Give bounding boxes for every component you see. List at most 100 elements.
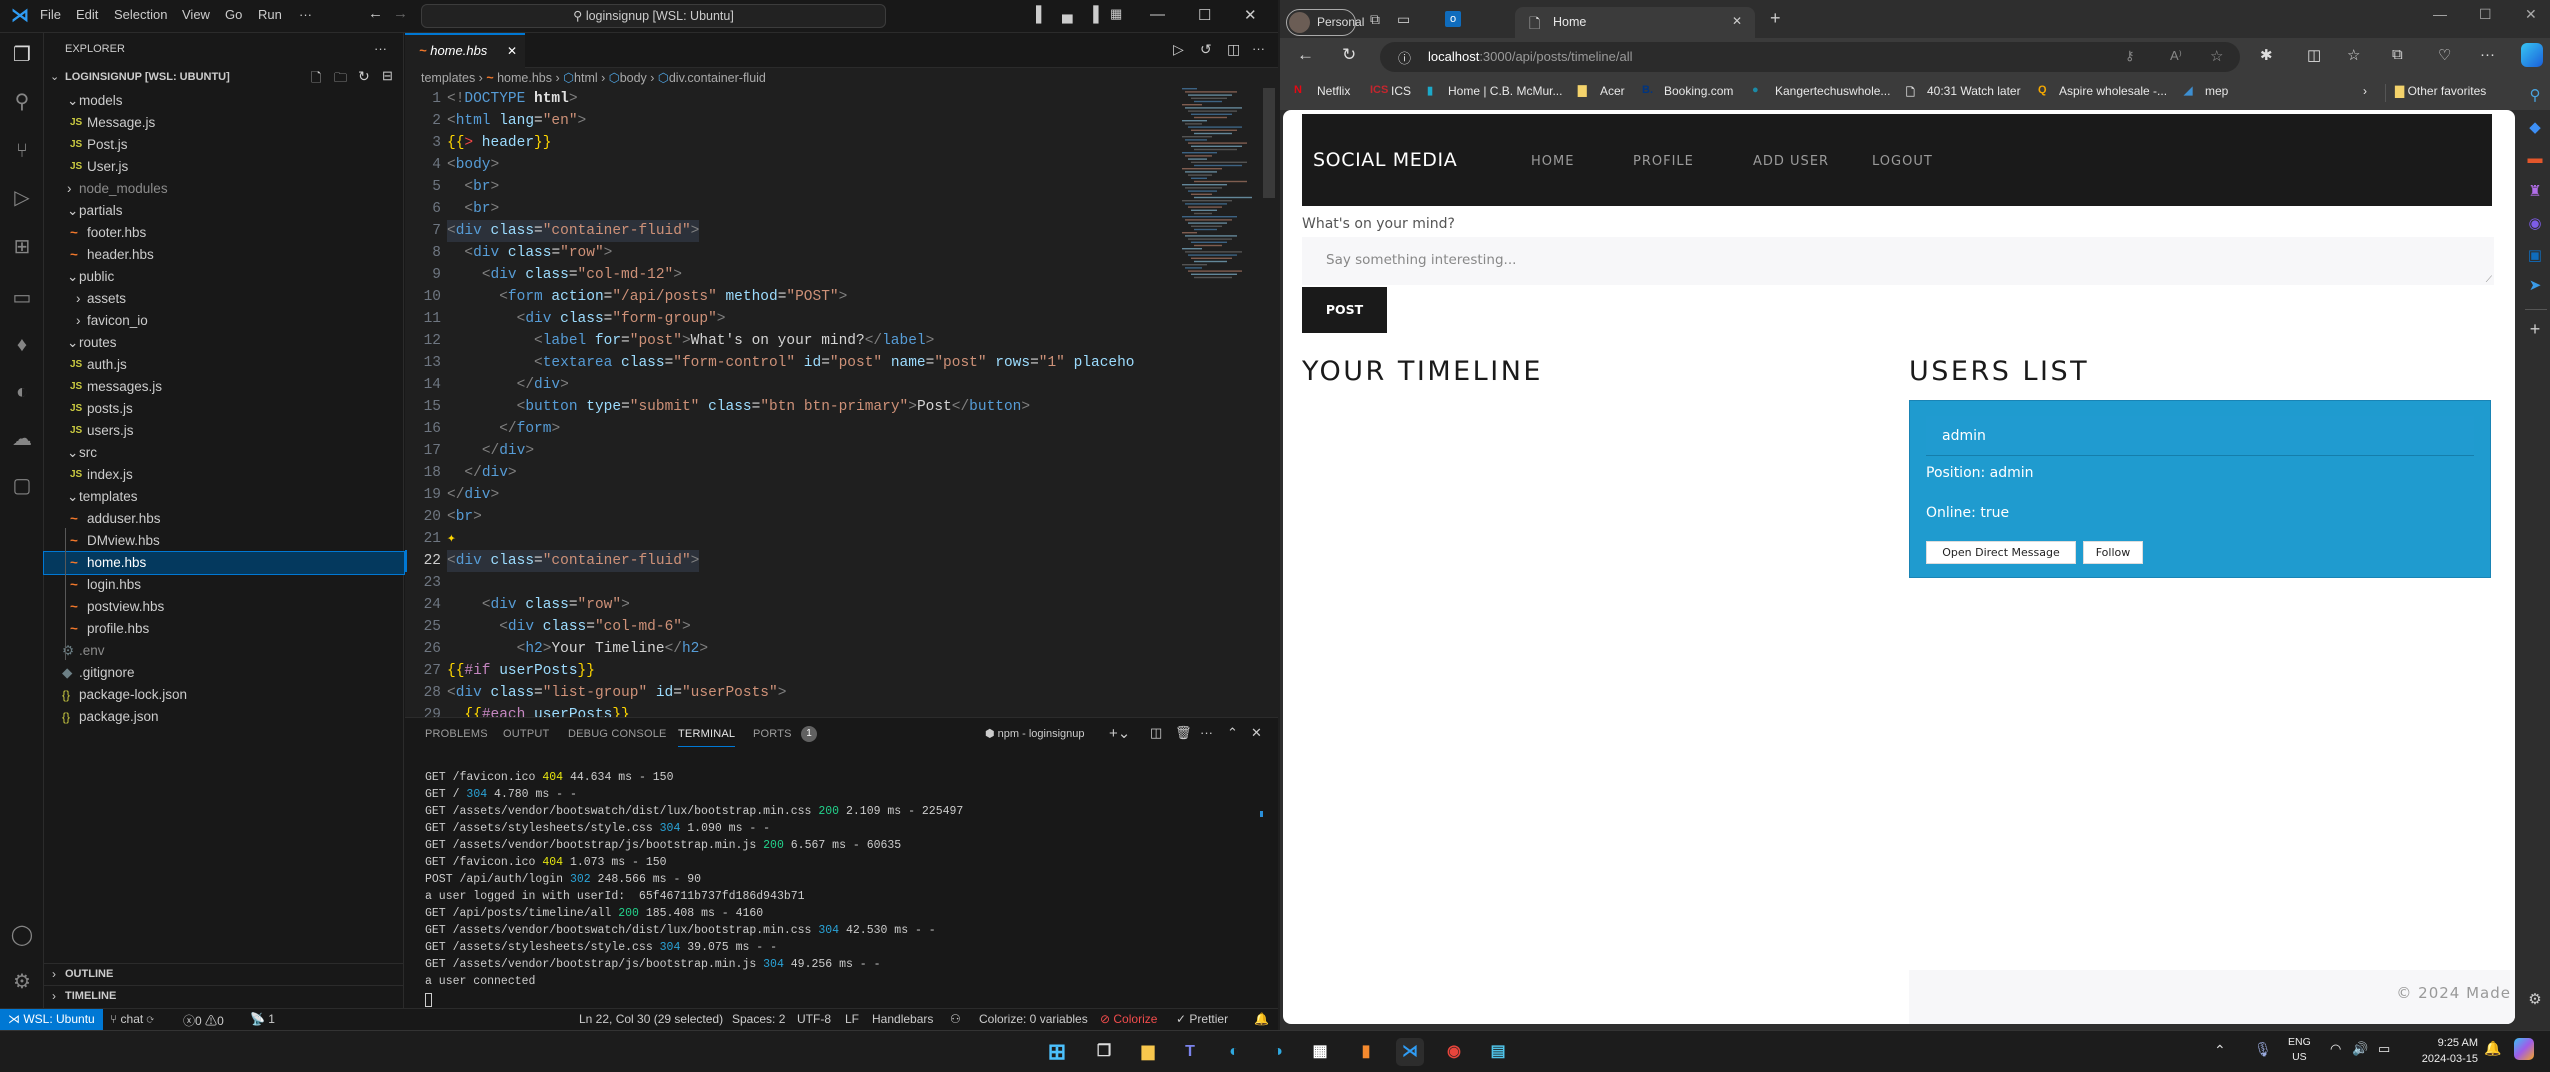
refresh-icon[interactable]: ↻	[358, 68, 370, 85]
colorize-toggle[interactable]: ⊘ Colorize	[1100, 1012, 1157, 1026]
edge-devtools-icon[interactable]: ◐	[10, 380, 34, 404]
post-button[interactable]: POST	[1302, 287, 1387, 333]
tree-item[interactable]: ⌄ models	[44, 90, 404, 112]
microsoft-store-icon[interactable]: ▦	[1306, 1038, 1334, 1066]
site-info-icon[interactable]: ⓘ	[1398, 48, 1411, 67]
start-windows-icon[interactable]: ⊞	[1043, 1038, 1071, 1066]
vscode-taskbar-icon[interactable]: ⋊	[1396, 1038, 1424, 1066]
timeline-section[interactable]: › TIMELINE	[44, 985, 404, 1007]
split-editor-icon[interactable]: ◫	[1227, 41, 1240, 58]
password-key-icon[interactable]: ⚷	[2125, 48, 2135, 64]
code-editor[interactable]: 1 <!DOCTYPE html> 2 <html lang="en"> 3 {{> he…	[405, 88, 1185, 717]
brand-link[interactable]: SOCIAL MEDIA	[1313, 149, 1457, 171]
outlook-pinned-tab-icon[interactable]: o	[1445, 11, 1461, 27]
back-arrow-icon[interactable]: ←	[368, 5, 383, 22]
mongodb-leaf-icon[interactable]: ♦	[10, 333, 34, 357]
tree-item[interactable]: JS messages.js	[44, 376, 404, 398]
terminal-selector[interactable]: ⬢ npm - loginsignup	[985, 727, 1085, 740]
file-explorer-icon[interactable]: ▆	[1134, 1038, 1162, 1066]
tree-item[interactable]: ~ login.hbs	[44, 574, 404, 596]
notifications-bell-icon[interactable]: 🔔	[1254, 1012, 1269, 1026]
close-panel-icon[interactable]: ✕	[1251, 725, 1262, 741]
collapse-all-icon[interactable]: ⊟	[382, 68, 393, 84]
breadcrumb-item[interactable]: templates	[421, 71, 475, 85]
close-tab-icon[interactable]: ✕	[507, 35, 517, 67]
code-line[interactable]: 6 <br>	[405, 198, 1185, 220]
code-line[interactable]: 24 <div class="row">	[405, 594, 1185, 616]
prettier-status[interactable]: ✓ Prettier	[1176, 1012, 1228, 1026]
code-line[interactable]: 4 <body>	[405, 154, 1185, 176]
code-line[interactable]: 27 {{#if userPosts}}	[405, 660, 1185, 682]
more-favorites-chevron-icon[interactable]: ›	[2363, 84, 2367, 98]
more-actions-icon[interactable]: ···	[374, 41, 387, 56]
profile-button[interactable]: Personal	[1286, 9, 1364, 36]
collections-icon[interactable]: ⧉	[2392, 46, 2403, 63]
games-icon[interactable]: ♜	[2525, 182, 2545, 200]
language-mode[interactable]: Handlebars	[872, 1012, 933, 1026]
code-line[interactable]: 14 </div>	[405, 374, 1185, 396]
code-line[interactable]: 23	[405, 572, 1185, 594]
close-button[interactable]: ✕	[1244, 6, 1257, 24]
maximize-panel-icon[interactable]: ⌃	[1227, 725, 1238, 741]
minimize-button[interactable]: —	[2433, 6, 2447, 22]
edge-work-icon[interactable]: ◑	[1264, 1038, 1292, 1066]
code-line[interactable]: 9 <div class="col-md-12">	[405, 264, 1185, 286]
clock[interactable]: 9:25 AM 2024-03-15	[2413, 1035, 2478, 1067]
tab-problems[interactable]: PROBLEMS	[425, 728, 488, 740]
explorer-icon[interactable]: ❐	[10, 43, 34, 67]
tree-item[interactable]: ~ postview.hbs	[44, 596, 404, 618]
menu-more[interactable]: ···	[299, 7, 312, 22]
tree-item[interactable]: JS User.js	[44, 156, 404, 178]
tree-item[interactable]: ~ home.hbs	[43, 551, 405, 575]
tab-home[interactable]: 🗋 Home ✕	[1515, 7, 1755, 38]
tab-debug-console[interactable]: DEBUG CONSOLE	[568, 728, 667, 740]
show-hidden-icons-chevron[interactable]: ⌃	[2214, 1042, 2226, 1059]
microsoft365-icon[interactable]: ◉	[2525, 214, 2545, 232]
read-aloud-icon[interactable]: A⁾	[2170, 48, 2182, 64]
code-line[interactable]: 10 <form action="/api/posts" method="POS…	[405, 286, 1185, 308]
tree-item[interactable]: ◆ .gitignore	[44, 662, 404, 684]
tab-terminal[interactable]: TERMINAL	[678, 728, 736, 747]
tree-item[interactable]: ⌄ public	[44, 266, 404, 288]
menu-selection[interactable]: Selection	[114, 7, 167, 22]
code-line[interactable]: 20 <br>	[405, 506, 1185, 528]
tree-item[interactable]: ⚙ .env	[44, 640, 404, 662]
run-debug-icon[interactable]: ▷	[10, 186, 34, 210]
tools-icon[interactable]: ▬	[2525, 150, 2545, 167]
microphone-icon[interactable]: 🎙	[2254, 1041, 2272, 1058]
workspaces-icon[interactable]: ⧉	[1370, 11, 1380, 28]
remote-explorer-icon[interactable]: ▭	[10, 286, 34, 310]
forward-arrow-icon[interactable]: →	[393, 5, 408, 22]
address-bar[interactable]: ⓘ localhost:3000/api/posts/timeline/all …	[1380, 42, 2240, 72]
copilot-preview-icon[interactable]	[2514, 1038, 2534, 1060]
follow-button[interactable]: Follow	[2083, 541, 2143, 564]
menu-run[interactable]: Run	[258, 7, 282, 22]
tree-item[interactable]: JS users.js	[44, 420, 404, 442]
toggle-secondary-sidebar-icon[interactable]: ▐	[1088, 6, 1099, 23]
tree-item[interactable]: JS Message.js	[44, 112, 404, 134]
tree-item[interactable]: JS auth.js	[44, 354, 404, 376]
code-line[interactable]: 7 <div class="container-fluid">	[405, 220, 1185, 242]
code-line[interactable]: 19 </div>	[405, 484, 1185, 506]
code-line[interactable]: 5 <br>	[405, 176, 1185, 198]
search-icon[interactable]: ⚲	[2525, 86, 2545, 104]
tree-item[interactable]: ~ header.hbs	[44, 244, 404, 266]
menu-file[interactable]: File	[40, 7, 61, 22]
sidebar-settings-gear-icon[interactable]: ⚙	[2525, 990, 2545, 1008]
code-line[interactable]: 28 <div class="list-group" id="userPosts"…	[405, 682, 1185, 704]
breadcrumb-item[interactable]: body	[620, 71, 647, 85]
tree-item[interactable]: ~ profile.hbs	[44, 618, 404, 640]
tree-item[interactable]: › assets	[44, 288, 404, 310]
url-text[interactable]: localhost:3000/api/posts/timeline/all	[1428, 49, 1633, 64]
code-line[interactable]: 22 <div class="container-fluid">	[405, 550, 1185, 572]
settings-more-icon[interactable]: ···	[2480, 46, 2495, 63]
minimize-button[interactable]: —	[1150, 6, 1165, 23]
code-line[interactable]: 11 <div class="form-group">	[405, 308, 1185, 330]
code-line[interactable]: 1 <!DOCTYPE html>	[405, 88, 1185, 110]
account-icon[interactable]: ◯	[10, 923, 34, 947]
branch-indicator[interactable]: ⑂ chat ⟳	[110, 1012, 154, 1026]
tree-item[interactable]: JS posts.js	[44, 398, 404, 420]
tree-item[interactable]: ~ footer.hbs	[44, 222, 404, 244]
settings-gear-icon[interactable]: ⚙	[10, 970, 34, 994]
split-screen-icon[interactable]: ◫	[2307, 46, 2321, 64]
